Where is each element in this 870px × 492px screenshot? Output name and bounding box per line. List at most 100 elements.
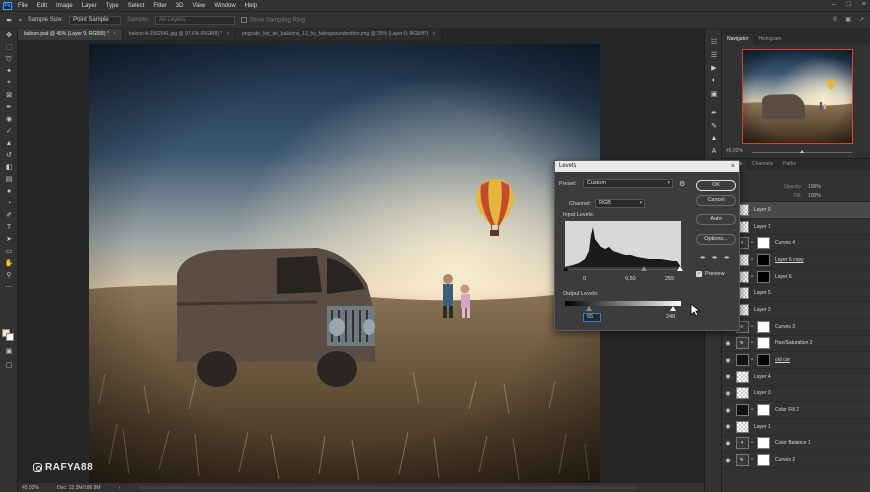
visibility-eye-icon[interactable]: ◉ (722, 373, 734, 380)
pen-tool-icon[interactable]: ✐ (0, 209, 18, 221)
layer-row[interactable]: ◉ ⚭ old car (722, 352, 870, 369)
levels-titlebar[interactable]: Levels × (555, 161, 739, 172)
tab-baloon-psd[interactable]: baloon.psd @ 45% (Layer 9, RGB/8) * × (18, 29, 123, 40)
blur-tool-icon[interactable]: ● (0, 185, 18, 197)
ok-button[interactable]: OK (696, 180, 736, 191)
gradient-tool-icon[interactable]: ▤ (0, 173, 18, 185)
layer-mask-thumbnail[interactable] (757, 437, 770, 450)
shape-tool-icon[interactable]: ▭ (0, 245, 18, 257)
mask-link-icon[interactable]: ⚭ (750, 457, 754, 463)
layer-row[interactable]: ◉↳◐⚭Curves 3 (722, 319, 870, 336)
navigator-zoom-slider[interactable] (752, 150, 852, 153)
mask-link-icon[interactable]: ⚭ (750, 324, 754, 330)
adjustments-panel-icon[interactable]: ◐ (705, 74, 723, 87)
layer-mask-thumbnail[interactable] (757, 354, 770, 367)
close-tab-icon[interactable]: × (432, 31, 435, 37)
channel-select[interactable]: RGB ▾ (595, 199, 645, 208)
eraser-tool-icon[interactable]: ◧ (0, 161, 18, 173)
output-black-slider[interactable] (586, 306, 592, 311)
mask-link-icon[interactable]: ⚭ (750, 240, 754, 246)
tab-pngcafe-balloons[interactable]: pngcafe_hot_air_balloons_13_by_fakingsou… (236, 29, 443, 40)
history-brush-icon[interactable]: ↺ (0, 149, 18, 161)
layer-row[interactable]: ◉ ⚭ Color Fill 2 (722, 402, 870, 419)
layer-row[interactable]: ◉ Layer 1 (722, 419, 870, 436)
visibility-eye-icon[interactable]: ◉ (722, 357, 734, 364)
menu-filter[interactable]: Filter (153, 3, 166, 9)
quick-select-tool-icon[interactable]: ✦ (0, 65, 18, 77)
layer-row[interactable]: Layer 7 (722, 219, 870, 236)
marquee-tool-icon[interactable]: ⬚ (0, 41, 18, 53)
white-eyedropper-icon[interactable]: ✒ (724, 254, 730, 262)
character-panel-icon[interactable]: A (705, 145, 723, 158)
menu-type[interactable]: Type (106, 3, 119, 9)
layer-mask-thumbnail[interactable] (757, 237, 770, 250)
navigator-zoom[interactable]: 45.02% (726, 148, 743, 154)
tool-preset-dropdown-icon[interactable]: ▾ (19, 17, 22, 24)
horizontal-scrollbar[interactable] (138, 486, 638, 489)
output-white-slider[interactable] (670, 306, 676, 311)
layer-mask-thumbnail[interactable] (757, 404, 770, 417)
menu-edit[interactable]: Edit (37, 3, 47, 9)
menu-window[interactable]: Window (214, 3, 235, 9)
layer-mask-thumbnail[interactable] (757, 337, 770, 350)
black-eyedropper-icon[interactable]: ✒ (700, 254, 706, 262)
layer-mask-thumbnail[interactable] (757, 270, 770, 283)
close-icon[interactable]: × (731, 161, 735, 172)
expand-arrow-icon[interactable]: › (119, 485, 121, 491)
layer-row[interactable]: Layer 9 (722, 202, 870, 219)
mask-link-icon[interactable]: ⚭ (750, 440, 754, 446)
navigator-thumbnail[interactable] (742, 49, 853, 144)
preview-checkbox[interactable]: ✓ (696, 271, 702, 277)
menu-file[interactable]: File (18, 3, 28, 9)
layer-row[interactable]: ⚭ Layer 6 copy (722, 252, 870, 269)
options-button[interactable]: Options... (696, 234, 736, 245)
brush-settings-icon[interactable]: ✒ (705, 106, 723, 119)
input-black-slider[interactable] (563, 266, 569, 271)
sample-select[interactable]: All Layers (155, 15, 236, 25)
layer-row[interactable]: ◉ ◐ ⚭ Color Balance 1 (722, 436, 870, 453)
eyedropper-tool-icon[interactable]: ✒ (6, 16, 13, 25)
visibility-eye-icon[interactable]: ◉ (722, 457, 734, 464)
move-tool-icon[interactable]: ✥ (0, 29, 18, 41)
lasso-tool-icon[interactable]: ➰ (0, 53, 18, 65)
layer-row[interactable]: Layer 2 (722, 302, 870, 319)
dodge-tool-icon[interactable]: ◔ (0, 197, 18, 209)
sampling-ring-checkbox[interactable] (241, 16, 248, 23)
path-select-icon[interactable]: ➤ (0, 233, 18, 245)
layer-row[interactable]: ⚭ Layer 6 (722, 269, 870, 286)
input-white-slider[interactable] (677, 266, 683, 271)
document-canvas[interactable] (89, 44, 600, 483)
share-icon[interactable]: ↗ (859, 16, 864, 23)
libraries-panel-icon[interactable]: ▣ (705, 87, 723, 100)
menu-layer[interactable]: Layer (82, 3, 97, 9)
clone-source-icon[interactable]: ▲ (705, 132, 723, 145)
output-white-value[interactable]: 248 (666, 314, 675, 320)
hand-tool-icon[interactable]: ✋ (0, 257, 18, 269)
clone-stamp-icon[interactable]: ▲ (0, 137, 18, 149)
search-icon[interactable]: ⚲ (833, 16, 837, 23)
layer-row[interactable]: ◐ ⚭ Curves 4 (722, 235, 870, 253)
background-color-swatch[interactable] (6, 333, 14, 341)
properties-panel-icon[interactable]: ☰ (705, 48, 723, 61)
output-black-field[interactable]: 55 (583, 313, 601, 322)
actions-panel-icon[interactable]: ▶ (705, 61, 723, 74)
type-tool-icon[interactable]: T (0, 221, 18, 233)
more-tools-icon[interactable]: ⋯ (0, 281, 18, 293)
opacity-value[interactable]: 100% (808, 184, 821, 190)
menu-view[interactable]: View (192, 3, 205, 9)
tab-navigator[interactable]: Navigator (722, 34, 754, 45)
show-sampling-ring-option[interactable]: Show Sampling Ring (241, 16, 305, 23)
menu-select[interactable]: Select (128, 3, 145, 9)
preset-select[interactable]: Custom ▾ (583, 179, 673, 188)
history-panel-icon[interactable]: ☷ (705, 35, 723, 48)
cancel-button[interactable]: Cancel (696, 195, 736, 206)
preview-option[interactable]: ✓ Preview (696, 271, 725, 277)
input-white-value[interactable]: 255 (665, 276, 674, 282)
zoom-level[interactable]: 45.02% (22, 485, 39, 491)
visibility-eye-icon[interactable]: ◉ (722, 440, 734, 447)
mask-link-icon[interactable]: ⚭ (750, 407, 754, 413)
crop-tool-icon[interactable]: ⌖ (0, 77, 18, 89)
fill-value[interactable]: 100% (808, 193, 821, 199)
layer-row[interactable]: ◉ Layer 3 (722, 386, 870, 403)
input-black-value[interactable]: 0 (583, 276, 586, 282)
